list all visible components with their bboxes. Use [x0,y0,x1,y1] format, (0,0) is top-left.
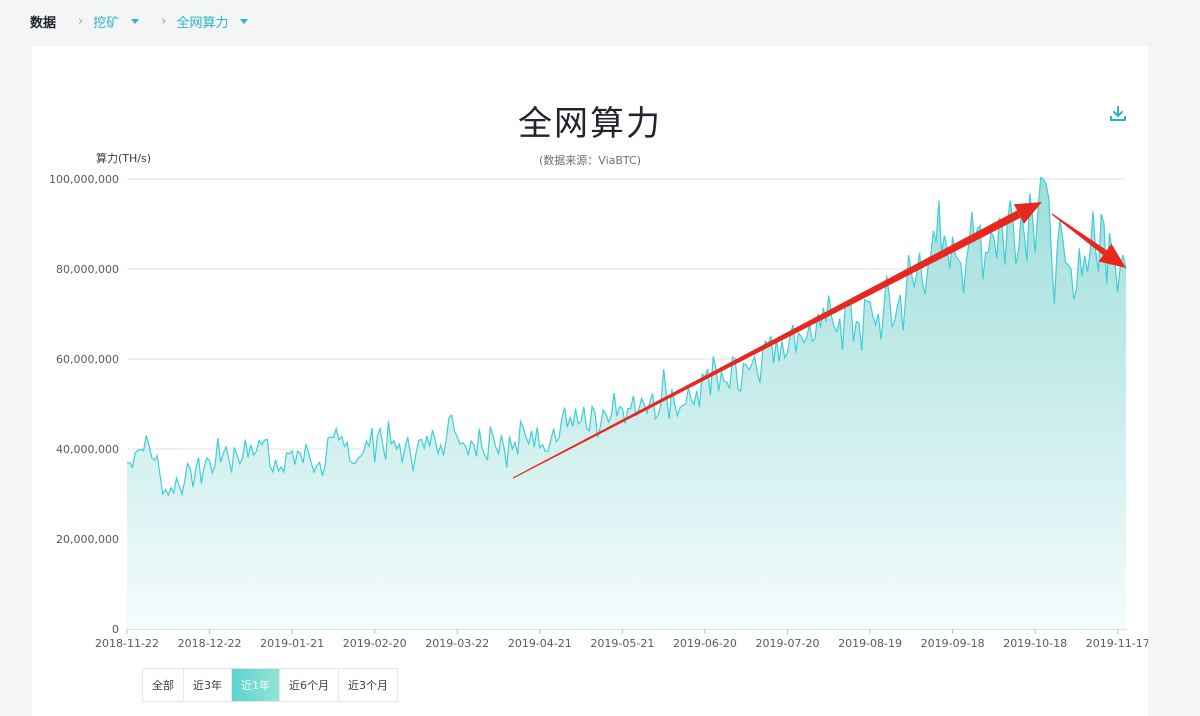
range-button-0[interactable]: 全部 [143,669,184,701]
x-tick-label: 2019-02-20 [343,637,407,650]
x-tick-label: 2019-04-21 [508,637,572,650]
breadcrumb-separator-icon: › [78,13,84,29]
breadcrumb-mining-label: 挖矿 [93,15,120,31]
hashrate-chart: 0 20,000,000 40,000,000 60,000,000 80,000,00… [49,151,1148,650]
breadcrumb-hashrate-dropdown[interactable]: 全网算力 [176,12,249,31]
range-button-2[interactable]: 近1年 [232,669,280,701]
breadcrumb-hashrate-label: 全网算力 [176,15,229,31]
x-tick-label: 2019-08-19 [838,637,902,650]
y-tick-label: 60,000,000 [56,353,119,366]
range-button-3[interactable]: 近6个月 [280,669,339,701]
x-tick-label: 2019-01-21 [260,637,324,650]
y-tick-label: 40,000,000 [56,443,119,456]
x-tick-label: 2019-10-18 [1003,637,1067,650]
breadcrumb-separator-icon: › [161,13,167,29]
caret-down-icon [240,18,249,24]
y-tick-label: 0 [112,623,119,636]
breadcrumb-root[interactable]: 数据 [30,12,56,31]
x-tick-label: 2019-03-22 [425,637,489,650]
range-button-4[interactable]: 近3个月 [339,669,397,701]
breadcrumb: 数据 › 挖矿 › 全网算力 [0,0,1200,42]
breadcrumb-mining-dropdown[interactable]: 挖矿 [93,12,140,31]
hashrate-area [127,177,1126,629]
chart-card: 全网算力 (数据来源：ViaBTC) 0 20,000,000 40,000,000… [32,46,1148,716]
caret-down-icon [131,18,140,24]
range-selector: 全部 近3年 近1年 近6个月 近3个月 [142,668,398,702]
y-tick-label: 20,000,000 [56,533,119,546]
x-tick-label: 2019-11-17 [1086,637,1148,650]
y-axis-label: 算力(TH/s) [96,151,151,165]
x-tick-label: 2019-07-20 [756,637,820,650]
x-tick-label: 2018-12-22 [178,637,242,650]
x-tick-label: 2019-09-18 [921,637,985,650]
y-tick-label: 80,000,000 [56,263,119,276]
x-tick-label: 2019-06-20 [673,637,737,650]
range-button-1[interactable]: 近3年 [184,669,232,701]
y-tick-label: 100,000,000 [49,173,119,186]
x-tick-label: 2019-05-21 [590,637,654,650]
x-tick-label: 2018-11-22 [95,637,159,650]
